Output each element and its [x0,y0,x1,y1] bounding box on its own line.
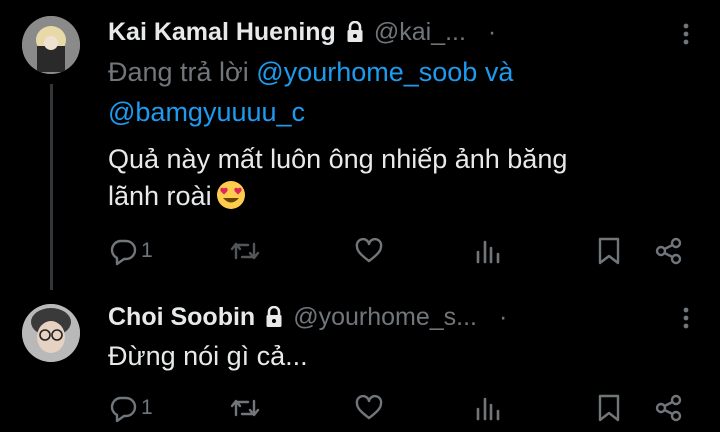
reply-button[interactable]: 1 [108,234,153,268]
share-button[interactable] [654,234,684,268]
views-icon [476,240,500,264]
reply-button[interactable]: 1 [108,391,153,425]
mention-conjunction: và [484,57,514,87]
more-options-button[interactable] [672,20,700,48]
bookmark-button[interactable] [596,234,622,268]
tweet-text-line-1: Đừng nói gì cả... [108,341,308,371]
replying-to: Đang trả lời @yourhome_soob và [108,54,513,91]
separator-dot: · [487,17,497,46]
mention-bamgyuuuu-c[interactable]: @bamgyuuuu_c [108,97,305,127]
tweet-header: Choi Soobin @yourhome_s... · [108,301,507,333]
user-handle[interactable]: @yourhome_s... [293,303,477,332]
heart-icon [355,394,383,420]
display-name[interactable]: Choi Soobin [108,303,255,332]
replying-to-label: Đang trả lời [108,57,249,87]
tweet-text-line-2-text: lãnh roài [108,181,212,211]
heart-icon [355,237,383,263]
tweet-text-line-2: lãnh roài [108,178,567,215]
tweet-text: Đừng nói gì cả... [108,338,308,375]
views-icon [476,397,500,421]
lock-icon [346,20,364,43]
retweet-icon [230,242,260,260]
tweet-kai[interactable]: Kai Kamal Huening @kai_... · Đang trả lờ… [0,0,720,290]
views-button[interactable] [474,391,502,425]
tweet-text: Quả này mất luôn ông nhiếp ảnh băng lãnh… [108,141,567,215]
user-handle[interactable]: @kai_... [374,18,466,47]
retweet-button[interactable] [228,234,262,268]
tweet-soobin[interactable]: Choi Soobin @yourhome_s... · Đừng nói gì… [0,290,720,432]
avatar[interactable] [22,304,80,362]
share-button[interactable] [654,391,684,425]
separator-dot: · [499,302,508,331]
tweet-actions: 1 [108,234,688,268]
tweet-text-line-1: Quả này mất luôn ông nhiếp ảnh băng [108,144,568,174]
share-icon [655,237,682,265]
reply-icon [110,396,137,423]
share-icon [655,394,682,422]
reply-count: 1 [141,239,153,262]
heart-eyes-emoji [216,180,246,210]
like-button[interactable] [354,391,384,425]
avatar-image [22,16,80,74]
views-button[interactable] [474,234,502,268]
more-vertical-icon [683,23,689,45]
reply-icon [110,239,137,266]
tweet-actions: 1 [108,391,688,425]
display-name[interactable]: Kai Kamal Huening [108,18,336,47]
retweet-button[interactable] [228,391,262,425]
bookmark-icon [598,394,620,422]
thread-line [50,84,53,290]
tweet-header: Kai Kamal Huening @kai_... · [108,16,496,48]
retweet-icon [230,399,260,417]
mention-yourhome-soob[interactable]: @yourhome_soob [256,57,477,87]
more-options-button[interactable] [672,304,700,332]
replying-to-line-2: @bamgyuuuu_c [108,94,305,131]
lock-icon [265,305,283,328]
bookmark-icon [598,237,620,265]
reply-count: 1 [141,396,153,419]
avatar[interactable] [22,16,80,74]
more-vertical-icon [683,307,689,329]
like-button[interactable] [354,234,384,268]
avatar-image [22,304,80,362]
bookmark-button[interactable] [596,391,622,425]
